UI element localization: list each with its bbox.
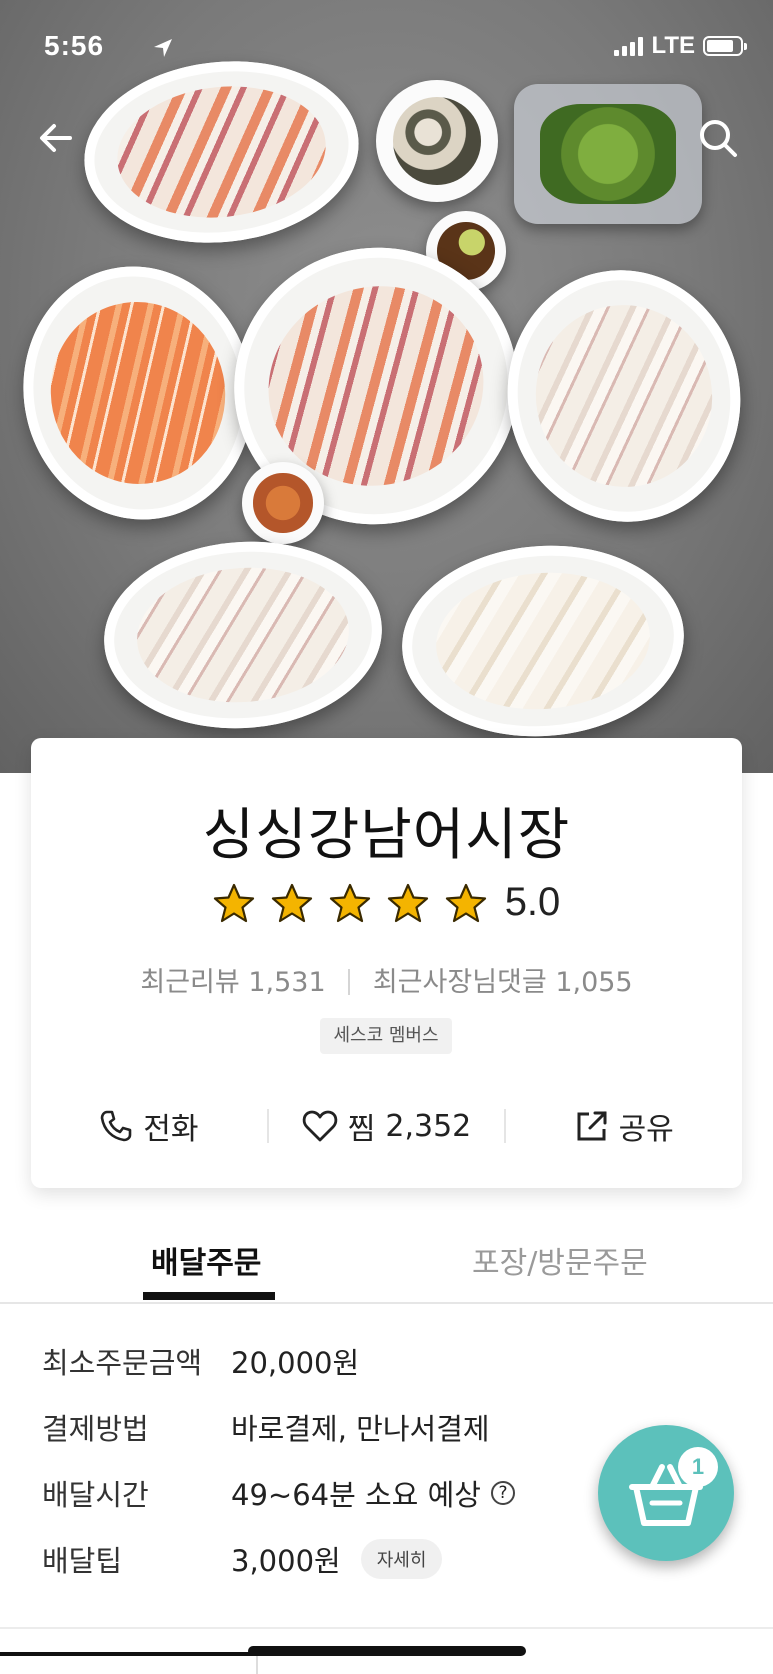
share-button[interactable]: 공유 <box>506 1104 742 1148</box>
rating-stars <box>213 883 487 923</box>
delivery-tip-value: 3,000원 <box>231 1544 341 1578</box>
back-button[interactable] <box>28 110 84 166</box>
delivery-tip-label: 배달팁 <box>42 1544 123 1578</box>
network-label: LTE <box>651 32 695 59</box>
delivery-time-label: 배달시간 <box>42 1478 149 1512</box>
help-icon[interactable]: ? <box>490 1481 515 1505</box>
home-indicator[interactable] <box>248 1646 526 1656</box>
lettuce-tray <box>514 84 702 224</box>
signal-icon <box>614 36 644 56</box>
like-button[interactable]: 찜 2,352 <box>269 1104 505 1148</box>
owner-replies-count: 1,055 <box>555 967 633 998</box>
payment-label: 결제방법 <box>42 1412 149 1446</box>
cart-count-badge: 1 <box>678 1447 718 1487</box>
divider <box>0 1627 773 1629</box>
sauce-bowl <box>242 462 324 544</box>
rating-score: 5.0 <box>504 880 561 924</box>
cesco-badge: 세스코 멤버스 <box>320 1018 452 1054</box>
flatfish-plate <box>97 532 389 738</box>
action-bar: 전화 찜 2,352 공유 <box>31 1096 742 1156</box>
heart-icon <box>302 1110 338 1142</box>
store-name: 싱싱강남어시장 <box>202 803 571 868</box>
star-icon <box>271 883 312 922</box>
rating-row: 5.0 <box>31 880 742 925</box>
store-hero-image: 5:56 LTE <box>0 0 773 773</box>
tip-detail-button[interactable]: 자세히 <box>360 1539 443 1579</box>
call-label: 전화 <box>143 1112 199 1147</box>
basket-icon <box>629 1464 703 1526</box>
active-tab-indicator <box>143 1292 275 1300</box>
store-info-card: 싱싱강남어시장 5.0 최근리뷰 1,531 최근사장님댓글 1,055 세스코… <box>31 738 742 1188</box>
tab-delivery[interactable]: 배달주문 <box>151 1238 261 1282</box>
star-icon <box>329 883 370 922</box>
sashimi-plate <box>75 48 368 256</box>
tab-pickup[interactable]: 포장/방문주문 <box>472 1238 648 1282</box>
cart-button[interactable] <box>598 1425 734 1561</box>
battery-icon <box>703 36 747 56</box>
star-icon <box>445 883 486 922</box>
order-type-tabs: 배달주문 포장/방문주문 <box>0 1228 773 1304</box>
share-label: 공유 <box>618 1112 674 1147</box>
location-arrow-icon <box>152 34 174 66</box>
bottom-tab-indicator <box>0 1652 256 1656</box>
min-order-value: 20,000원 <box>231 1346 360 1380</box>
share-icon <box>577 1111 607 1141</box>
delivery-time-value: 49~64분 소요 예상 <box>231 1478 481 1512</box>
min-order-label: 최소주문금액 <box>42 1346 203 1380</box>
divider <box>348 969 351 995</box>
recent-reviews-count: 1,531 <box>248 967 326 998</box>
payment-value: 바로결제, 만나서결제 <box>231 1412 490 1446</box>
clam-bowl <box>376 80 498 202</box>
back-arrow-icon <box>40 124 72 152</box>
status-bar: 5:56 LTE <box>44 28 747 68</box>
star-icon <box>213 883 254 922</box>
recent-reviews-label: 최근리뷰 <box>140 967 240 998</box>
like-count: 2,352 <box>385 1108 472 1144</box>
phone-icon <box>100 1110 132 1142</box>
like-label: 찜 <box>347 1112 376 1147</box>
pale-fish-plate <box>395 536 691 746</box>
white-fish-plate <box>487 251 761 541</box>
star-icon <box>387 883 428 922</box>
call-button[interactable]: 전화 <box>31 1104 267 1148</box>
review-stats: 최근리뷰 1,531 최근사장님댓글 1,055 <box>31 960 742 999</box>
status-time: 5:56 <box>44 30 105 61</box>
search-icon <box>700 120 737 157</box>
search-button[interactable] <box>690 110 746 166</box>
owner-replies-label: 최근사장님댓글 <box>372 967 547 998</box>
